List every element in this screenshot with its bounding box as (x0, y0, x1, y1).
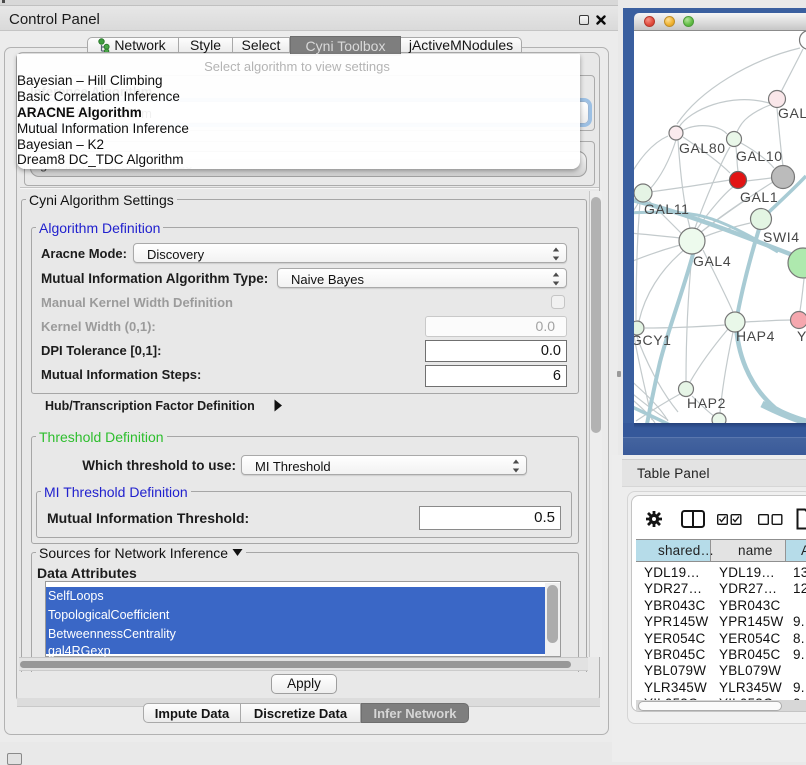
svg-text:HAP4: HAP4 (736, 328, 775, 344)
svg-text:GAL80: GAL80 (679, 140, 726, 156)
svg-text:GAL10: GAL10 (736, 148, 783, 164)
svg-text:GAL11: GAL11 (644, 201, 690, 217)
svg-text:GCY1: GCY1 (634, 332, 672, 348)
svg-text:GAL7: GAL7 (778, 105, 806, 121)
svg-text:SWI4: SWI4 (763, 229, 800, 245)
svg-text:HAP2: HAP2 (687, 395, 726, 411)
svg-text:GAL4: GAL4 (693, 253, 731, 269)
svg-text:Y: Y (797, 328, 806, 344)
svg-text:GAL1: GAL1 (740, 189, 778, 205)
